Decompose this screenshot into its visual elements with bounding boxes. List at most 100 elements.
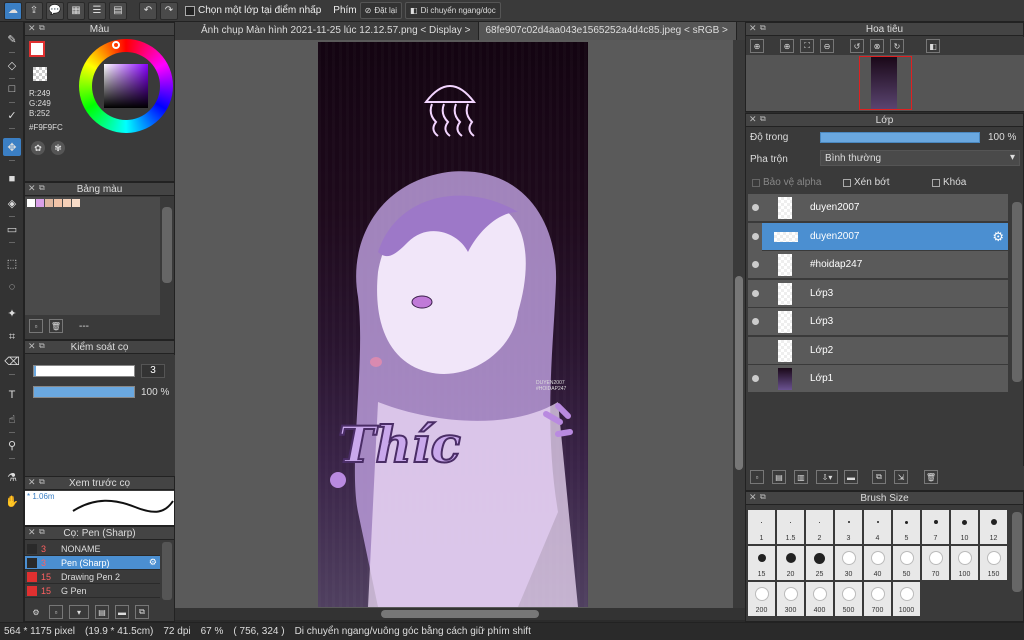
- flip-view-icon[interactable]: ◧: [926, 39, 940, 53]
- visibility-eye-icon[interactable]: [752, 289, 759, 297]
- layer-row[interactable]: #hoidap247: [748, 251, 1008, 279]
- brush-size-option[interactable]: 300: [777, 582, 804, 616]
- protect-alpha-option[interactable]: Bảo vệ alpha: [752, 177, 821, 188]
- hand-tool-icon[interactable]: ✋: [3, 492, 21, 510]
- layer-row[interactable]: Lớp2: [748, 336, 1008, 365]
- new-halftone-layer-icon[interactable]: ▤: [772, 470, 786, 484]
- brush-size-option[interactable]: 3: [835, 510, 862, 544]
- pen-tool-icon[interactable]: ✎: [3, 30, 21, 53]
- brush-list-item[interactable]: 3 Pen (Sharp) ⚙: [25, 556, 160, 570]
- new-folder-icon[interactable]: ▬: [844, 470, 858, 484]
- brush-size-option[interactable]: 100: [951, 546, 978, 580]
- dock-icon[interactable]: ⧉: [760, 114, 766, 124]
- clipping-option[interactable]: Xén bớt: [843, 177, 889, 188]
- move-tool-icon[interactable]: ✥: [3, 138, 21, 161]
- canvas-vertical-scrollbar[interactable]: [733, 40, 745, 608]
- palette-scrollbar[interactable]: [162, 207, 172, 283]
- close-icon[interactable]: ✕: [28, 183, 36, 194]
- brush-tool-icon[interactable]: ✓: [3, 106, 21, 129]
- hue-wheel[interactable]: [79, 39, 173, 133]
- layer-list-scrollbar[interactable]: [1012, 202, 1022, 382]
- rotate-left-icon[interactable]: ↺: [850, 39, 864, 53]
- reset-rotation-icon[interactable]: ⊗: [870, 39, 884, 53]
- brush-size-option[interactable]: 150: [980, 546, 1007, 580]
- merge-layer-icon[interactable]: ⇲: [894, 470, 908, 484]
- palette-swatch[interactable]: [63, 199, 71, 207]
- visibility-eye-icon[interactable]: [752, 318, 759, 325]
- eyedropper-tool-icon[interactable]: ⚲: [3, 436, 21, 459]
- bucket-tool-icon[interactable]: ◈: [3, 194, 21, 217]
- blend-mode-select[interactable]: Bình thường ▾: [820, 150, 1020, 166]
- gear-icon[interactable]: ⚙: [149, 557, 157, 568]
- brush-size-option[interactable]: 12: [980, 510, 1007, 544]
- layer-settings-icon[interactable]: ⚙: [992, 229, 1004, 245]
- zoom-in-icon[interactable]: ⊕: [750, 39, 764, 53]
- visibility-eye-icon[interactable]: [752, 261, 759, 268]
- brush-size-option[interactable]: 1000: [893, 582, 920, 616]
- visibility-eye-icon[interactable]: [752, 204, 759, 211]
- close-icon[interactable]: ✕: [749, 492, 757, 503]
- palette-swatch[interactable]: [45, 199, 53, 207]
- saturation-square[interactable]: [104, 64, 148, 108]
- rotate-right-icon[interactable]: ↻: [890, 39, 904, 53]
- layer-row[interactable]: Lớp3: [748, 308, 1008, 336]
- select-pen-tool-icon[interactable]: ⌗: [3, 328, 21, 346]
- layer-row[interactable]: duyen2007 ⚙: [748, 222, 1008, 251]
- brush-size-option[interactable]: 5: [893, 510, 920, 544]
- brush-size-option[interactable]: 4: [864, 510, 891, 544]
- layer-row[interactable]: duyen2007: [748, 194, 1008, 222]
- reset-button[interactable]: ⊘ Đặt lại: [359, 2, 403, 19]
- close-icon[interactable]: ✕: [28, 477, 36, 488]
- dock-icon[interactable]: ⧉: [39, 23, 45, 33]
- rect-fill-tool-icon[interactable]: ■: [3, 170, 21, 188]
- delete-layer-icon[interactable]: 🗑: [924, 470, 938, 484]
- rect-select-tool-icon[interactable]: ⬚: [3, 254, 21, 272]
- dock-icon[interactable]: ⧉: [39, 341, 45, 351]
- close-icon[interactable]: ✕: [28, 527, 36, 538]
- layer-row[interactable]: Lớp3: [748, 279, 1008, 308]
- zoom-in-alt-icon[interactable]: ⊕: [780, 39, 794, 53]
- magic-wand-tool-icon[interactable]: ✦: [3, 304, 21, 322]
- dropper-tool-icon[interactable]: ⚗: [3, 468, 21, 486]
- new-palette-icon[interactable]: ▫: [29, 319, 43, 333]
- grid-icon[interactable]: ▦: [67, 1, 85, 20]
- transparent-swatch[interactable]: [33, 67, 47, 81]
- select-eraser-tool-icon[interactable]: ⌫: [3, 352, 21, 375]
- close-icon[interactable]: ✕: [749, 114, 757, 125]
- close-icon[interactable]: ✕: [28, 341, 36, 352]
- palette-swatch[interactable]: [27, 199, 35, 207]
- color-set-icon[interactable]: ✾: [51, 141, 65, 155]
- gradient-tool-icon[interactable]: ▭: [3, 220, 21, 243]
- layer-row[interactable]: Lớp1: [748, 365, 1008, 393]
- close-icon[interactable]: ✕: [749, 23, 757, 34]
- brush-list-item[interactable]: 15 Drawing Pen 2: [25, 570, 160, 584]
- cloud-icon[interactable]: ☁: [4, 1, 22, 20]
- layer-import-icon[interactable]: ⇩▾: [816, 470, 838, 484]
- lock-option[interactable]: Khóa: [932, 177, 966, 188]
- new-layer-icon[interactable]: ▫: [750, 470, 764, 484]
- visibility-eye-icon[interactable]: [752, 375, 759, 382]
- dock-icon[interactable]: ⧉: [39, 477, 45, 487]
- brush-size-option[interactable]: 1: [748, 510, 775, 544]
- chat-icon[interactable]: 💬: [46, 1, 64, 20]
- brush-size-option[interactable]: 30: [835, 546, 862, 580]
- brush-size-option[interactable]: 70: [922, 546, 949, 580]
- brush-settings-icon[interactable]: ⚙: [29, 605, 43, 619]
- palette-swatch[interactable]: [36, 199, 44, 207]
- close-icon[interactable]: ✕: [28, 23, 36, 34]
- upload-icon[interactable]: ⇪: [25, 1, 43, 20]
- lasso-tool-icon[interactable]: ◌: [3, 278, 21, 296]
- brush-size-option[interactable]: 7: [922, 510, 949, 544]
- visibility-eye-icon[interactable]: [752, 232, 759, 240]
- new-1bit-layer-icon[interactable]: ▥: [794, 470, 808, 484]
- brush-list-item[interactable]: 15 G Pen: [25, 584, 160, 598]
- palette-swatch[interactable]: [72, 199, 80, 207]
- brush-size-slider[interactable]: [33, 365, 135, 377]
- navigator-viewport[interactable]: [859, 56, 912, 110]
- brush-size-option[interactable]: 15: [748, 546, 775, 580]
- brush-size-option[interactable]: 400: [806, 582, 833, 616]
- brush-list-scrollbar[interactable]: [162, 542, 172, 600]
- brush-size-option[interactable]: 700: [864, 582, 891, 616]
- brush-size-option[interactable]: 500: [835, 582, 862, 616]
- foreground-color-swatch[interactable]: [29, 41, 45, 57]
